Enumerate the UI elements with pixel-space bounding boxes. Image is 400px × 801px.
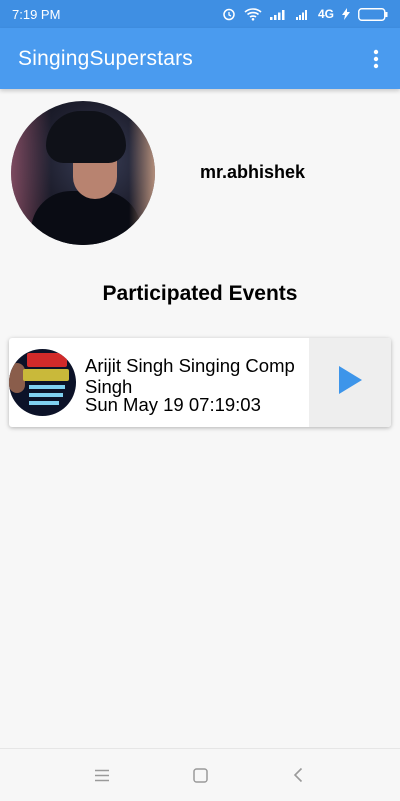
app-bar: SingingSuperstars — [0, 28, 400, 89]
system-nav-bar — [0, 748, 400, 801]
event-thumbnail — [9, 349, 76, 416]
profile-avatar — [11, 101, 155, 245]
signal-icon — [295, 8, 310, 20]
app-title: SingingSuperstars — [18, 46, 193, 70]
signal-icon — [269, 8, 288, 20]
event-card[interactable]: Arijit Singh Singing Comp Singh Sun May … — [9, 338, 391, 427]
status-time: 7:19 PM — [12, 6, 61, 22]
section-title: Participated Events — [102, 282, 298, 305]
status-bar: 7:19 PM 4G — [0, 0, 400, 28]
back-icon[interactable] — [278, 755, 318, 795]
play-arrow-icon — [337, 365, 363, 400]
status-icons: 4G — [222, 7, 388, 21]
wifi-icon — [244, 7, 262, 21]
event-date: Sun May 19 07:19:03 — [85, 394, 261, 415]
alarm-icon — [222, 7, 236, 21]
profile-username: mr.abhishek — [200, 162, 306, 182]
battery-icon — [358, 7, 388, 21]
network-type: 4G — [317, 7, 334, 21]
more-vert-icon[interactable] — [366, 44, 386, 74]
event-title-line1: Arijit Singh Singing Comp — [85, 355, 295, 376]
charging-icon — [342, 8, 350, 20]
home-square-icon[interactable] — [180, 755, 220, 795]
play-button[interactable] — [309, 338, 391, 427]
menu-icon[interactable] — [82, 755, 122, 795]
